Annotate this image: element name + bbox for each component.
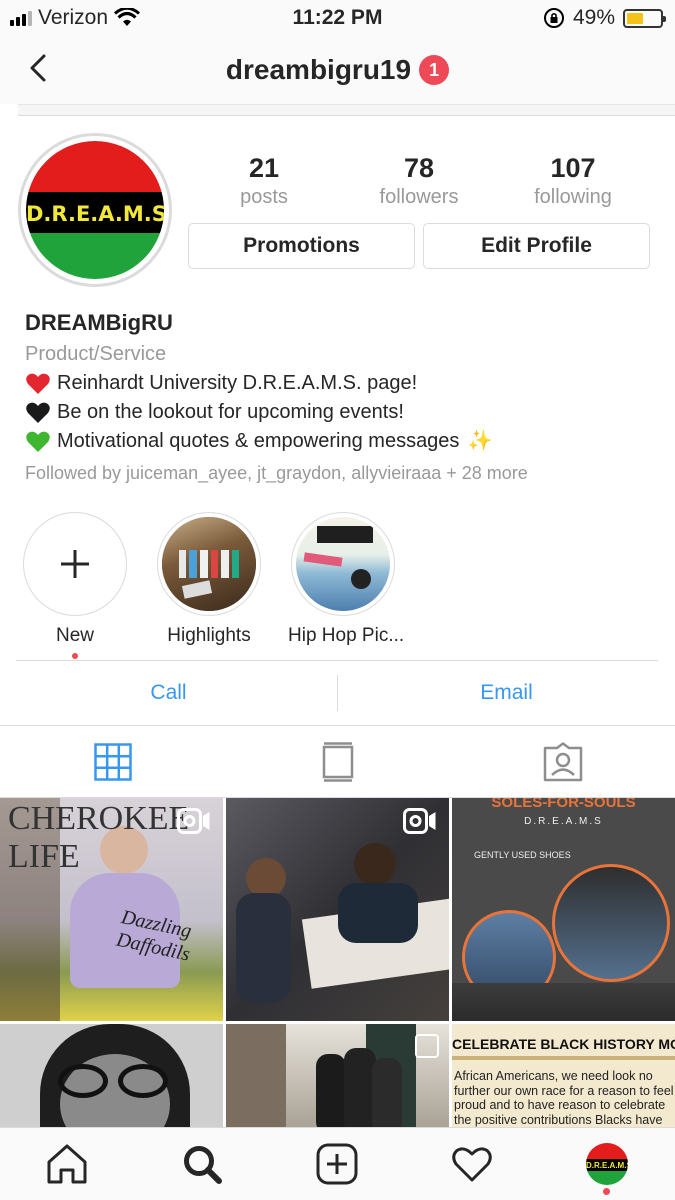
highlight-hip-hop[interactable]: Hip Hop Pic... xyxy=(288,512,405,647)
posts-count-value: 21 xyxy=(248,153,280,183)
bio-text-3: Motivational quotes & empowering message… xyxy=(57,430,460,452)
multiple-photos-icon xyxy=(415,1034,439,1058)
username-title[interactable]: dreambigru19 1 xyxy=(0,54,675,86)
activity-heart-icon[interactable] xyxy=(450,1142,494,1186)
post-item[interactable] xyxy=(0,1024,223,1128)
bio-text-2: Be on the lookout for upcoming events! xyxy=(57,401,404,423)
highlight-hip-hop-label: Hip Hop Pic... xyxy=(288,625,405,646)
new-indicator-dot xyxy=(72,653,78,659)
battery-icon xyxy=(623,8,666,28)
post-item[interactable]: CHEROKEE LIFE Dazzling Daffodils xyxy=(0,798,223,1021)
post-item[interactable] xyxy=(226,1024,449,1128)
profile-header-bar: dreambigru19 1 xyxy=(0,36,675,104)
highlight-new[interactable]: New xyxy=(20,512,130,659)
avatar-logo-text: D.R.E.A.M.S xyxy=(26,201,164,226)
orientation-lock-icon xyxy=(543,8,564,28)
posts-count[interactable]: 21 posts xyxy=(189,152,339,210)
tab-avatar-logo: D.R.E.A.M.S xyxy=(586,1158,628,1172)
post-item[interactable]: CELEBRATE BLACK HISTORY MONTH African Am… xyxy=(452,1024,675,1128)
followed-by-text[interactable]: Followed by juiceman_ayee, jt_graydon, a… xyxy=(25,458,665,488)
post-item[interactable] xyxy=(226,798,449,1021)
email-button[interactable]: Email xyxy=(338,661,675,725)
post-caption: GENTLY USED SHOES xyxy=(474,850,571,860)
bio-line-1: Reinhardt University D.R.E.A.M.S. page! xyxy=(25,369,665,398)
tab-tagged[interactable] xyxy=(450,727,675,797)
black-heart-icon xyxy=(26,402,50,423)
followers-count-label: followers xyxy=(379,186,459,208)
feed-icon xyxy=(322,742,353,782)
search-icon[interactable] xyxy=(180,1142,224,1186)
battery-info: 49% xyxy=(543,6,666,30)
bio-line-3: Motivational quotes & empowering message… xyxy=(25,427,665,456)
plus-icon xyxy=(61,550,89,578)
username: dreambigru19 xyxy=(225,54,412,85)
video-camera-icon xyxy=(403,808,436,834)
bio-line-2: Be on the lookout for upcoming events! xyxy=(25,398,665,427)
promotions-button[interactable]: Promotions xyxy=(188,223,415,269)
post-body: African Americans, we need look no furth… xyxy=(454,1069,674,1128)
video-camera-icon xyxy=(177,808,210,834)
profile-notification-dot xyxy=(603,1188,610,1195)
highlight-new-label: New xyxy=(55,625,94,646)
profile-avatar-icon[interactable]: D.R.E.A.M.S xyxy=(586,1143,628,1185)
followers-count-value: 78 xyxy=(403,153,435,183)
red-heart-icon xyxy=(26,373,50,394)
post-subtitle: D.R.E.A.M.S xyxy=(524,816,603,827)
call-button[interactable]: Call xyxy=(0,661,337,725)
followers-count[interactable]: 78 followers xyxy=(344,152,494,210)
post-title: CELEBRATE BLACK HISTORY MONTH xyxy=(452,1036,675,1052)
posts-count-label: posts xyxy=(240,186,288,208)
tagged-icon xyxy=(543,742,582,782)
green-heart-icon xyxy=(26,431,50,452)
bottom-tab-bar: D.R.E.A.M.S xyxy=(0,1127,675,1200)
tab-grid[interactable] xyxy=(0,727,225,797)
profile-avatar[interactable]: D.R.E.A.M.S xyxy=(18,133,172,287)
profile-bio: DREAMBigRU Product/Service Reinhardt Uni… xyxy=(25,309,665,488)
battery-percent: 49% xyxy=(572,6,615,29)
post-title: SOLES-FOR-SOULS xyxy=(491,798,636,811)
status-bar: Verizon 11:22 PM 49% xyxy=(0,0,675,36)
notification-badge: 1 xyxy=(419,55,450,85)
tab-feed[interactable] xyxy=(225,727,450,797)
add-post-icon[interactable] xyxy=(315,1142,359,1186)
following-count-value: 107 xyxy=(550,153,596,183)
post-grid: CHEROKEE LIFE Dazzling Daffodils SOLES-F… xyxy=(0,798,675,1128)
contact-bottom-divider xyxy=(0,725,675,726)
post-item[interactable]: SOLES-FOR-SOULS D.R.E.A.M.S GENTLY USED … xyxy=(452,798,675,1021)
following-count-label: following xyxy=(534,186,612,208)
header-divider xyxy=(18,104,675,116)
edit-profile-button[interactable]: Edit Profile xyxy=(423,223,650,269)
home-icon[interactable] xyxy=(45,1142,89,1186)
highlight-highlights-label: Highlights xyxy=(167,625,251,646)
following-count[interactable]: 107 following xyxy=(498,152,648,210)
sparkles-icon: ✨ xyxy=(467,430,493,452)
grid-icon xyxy=(93,743,132,781)
business-category: Product/Service xyxy=(25,343,167,365)
display-name: DREAMBigRU xyxy=(25,310,173,335)
bio-text-1: Reinhardt University D.R.E.A.M.S. page! xyxy=(57,372,418,394)
highlight-highlights[interactable]: Highlights xyxy=(154,512,264,647)
